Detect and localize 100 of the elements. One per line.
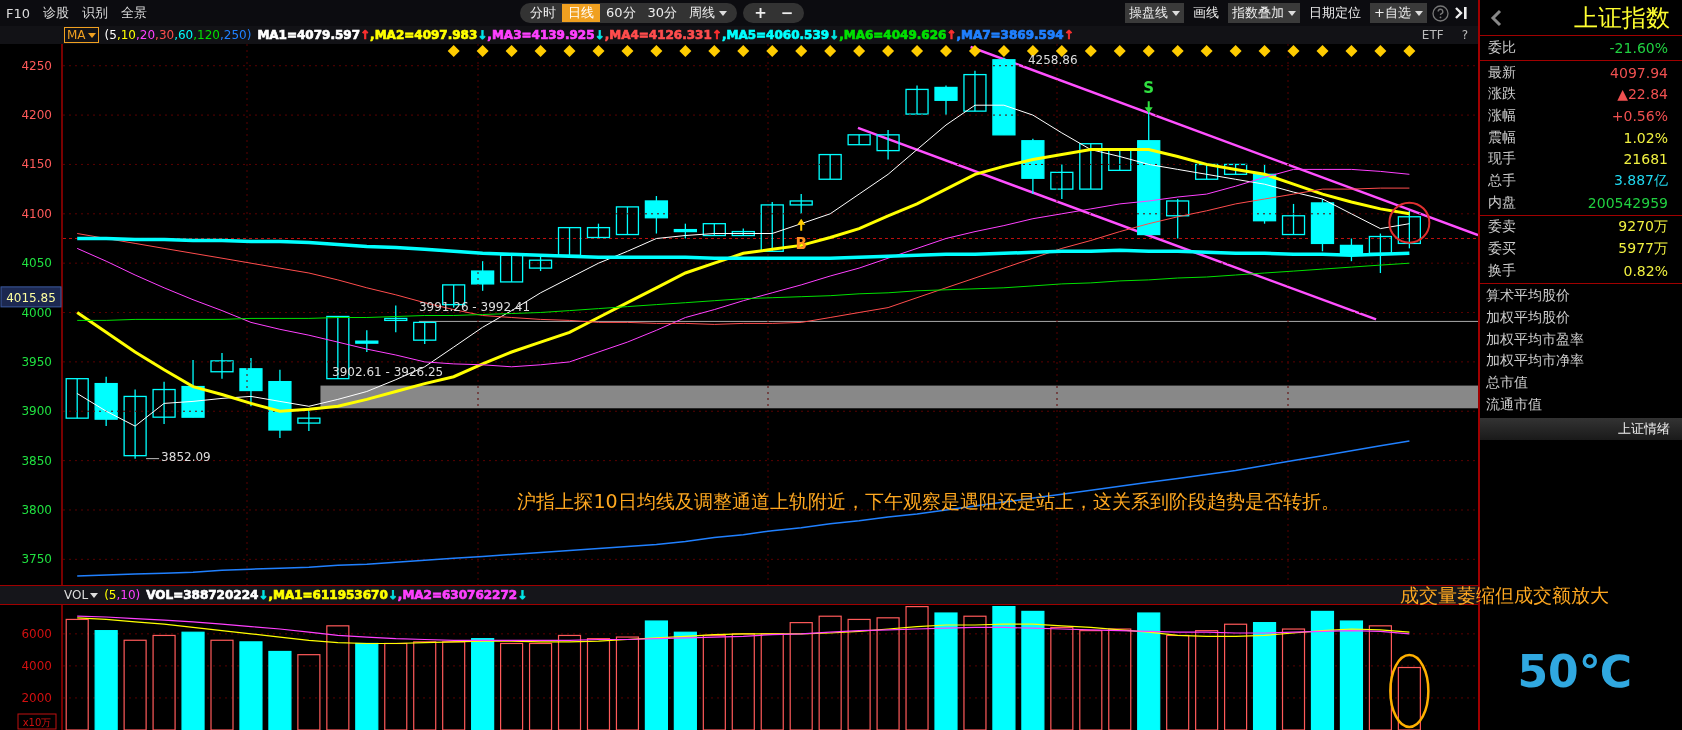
field-value: 21681	[1623, 151, 1668, 168]
candlestick	[1079, 143, 1103, 190]
candlestick	[934, 84, 958, 116]
collapse-icon[interactable]	[1454, 6, 1468, 20]
candlestick	[1108, 149, 1132, 171]
indicator-dropdown[interactable]: VOL	[64, 588, 99, 602]
candlestick	[731, 227, 755, 237]
trend-line[interactable]	[857, 126, 1377, 321]
field-label: 涨跌	[1488, 85, 1516, 104]
y-axis-title: x10万	[22, 717, 52, 728]
caret-icon	[1172, 10, 1181, 16]
field-value: 4097.94	[1610, 64, 1668, 81]
candlestick	[1223, 163, 1248, 175]
leader-line	[145, 458, 160, 460]
axis-label: 4050	[21, 256, 52, 271]
price-label: 4258.86	[1027, 52, 1078, 67]
caret-icon	[1415, 10, 1423, 16]
candlestick	[1281, 203, 1306, 236]
field-label: 现手	[1488, 150, 1516, 169]
candlestick	[528, 254, 553, 272]
candlestick	[644, 195, 669, 235]
candlestick	[1368, 232, 1393, 274]
candlestick	[673, 223, 697, 240]
field-value: 200542959	[1587, 194, 1668, 211]
zoom-button[interactable]: +	[747, 4, 774, 22]
arrow-up-icon	[797, 218, 806, 231]
candlestick	[499, 254, 524, 283]
field-value: 0.82%	[1623, 262, 1668, 279]
candlestick	[1050, 163, 1074, 200]
help-icon[interactable]	[1432, 4, 1449, 22]
candlestick	[1397, 210, 1421, 249]
menu-item[interactable]: 诊股	[43, 4, 70, 22]
field-value: 9270万	[1618, 218, 1668, 237]
volume-values: VOL=388720224↓,MA1=611953670↓,MA2=630762272↓	[146, 588, 528, 602]
caret-icon	[87, 32, 96, 38]
field-label: 最新	[1488, 63, 1516, 82]
field-label: 震幅	[1488, 128, 1516, 147]
candlestick	[413, 321, 437, 345]
caret-icon	[90, 592, 99, 598]
axis-label: 4200	[21, 108, 52, 123]
candlestick	[123, 388, 147, 460]
axis-label: 4000	[21, 658, 52, 673]
toolbar-button[interactable]: 日期定位	[1305, 3, 1366, 23]
candlestick	[1195, 163, 1219, 180]
candlestick	[557, 226, 582, 256]
legend-tag[interactable]: ETF	[1421, 28, 1444, 42]
toolbar-button[interactable]: +自选	[1370, 3, 1427, 23]
toolbar-button[interactable]: 画线	[1189, 3, 1224, 23]
candlestick	[789, 193, 813, 215]
candlestick	[152, 381, 176, 425]
period-tab[interactable]: 分时	[524, 4, 563, 22]
period-tab[interactable]: 60分	[600, 4, 642, 22]
candlestick	[586, 223, 611, 239]
field-label: 涨幅	[1488, 106, 1516, 125]
price-label: 3852.09	[161, 449, 211, 464]
candlestick	[1310, 198, 1335, 252]
volume-bar	[1397, 666, 1421, 730]
period-tab[interactable]: 30分	[641, 4, 684, 22]
price-tag: 4015.85	[0, 286, 62, 308]
field-label: 委卖	[1488, 218, 1516, 237]
zoom-button[interactable]: −	[773, 4, 801, 22]
menu-item[interactable]: F10	[6, 5, 31, 21]
sentiment-tab[interactable]: 上证情绪	[1480, 417, 1682, 440]
field-label: 加权平均股价	[1485, 308, 1571, 328]
menu-item[interactable]: 全景	[121, 4, 148, 22]
candlestick	[702, 223, 726, 237]
highlight-circle	[1388, 201, 1431, 244]
candlestick	[239, 357, 263, 407]
toolbar-button[interactable]: 操盘线	[1125, 3, 1185, 23]
candlestick	[615, 206, 640, 236]
index-title: 上证指数	[1574, 2, 1670, 34]
axis-label: 3950	[21, 354, 52, 369]
back-icon[interactable]	[1490, 8, 1502, 27]
candlestick	[471, 260, 495, 292]
axis-label: 6000	[21, 626, 52, 641]
candlestick	[65, 378, 89, 419]
legend-tag[interactable]: ?	[1461, 28, 1468, 42]
candlestick	[1252, 163, 1277, 225]
field-label: 算术平均股价	[1485, 286, 1571, 306]
candlestick	[181, 359, 205, 418]
trend-line[interactable]	[970, 45, 1478, 237]
indicator-params: (5,10)	[104, 588, 141, 602]
indicator-dropdown[interactable]: MA	[64, 27, 99, 43]
field-value: ▲22.84	[1617, 86, 1668, 103]
field-label: 加权平均市盈率	[1485, 329, 1585, 349]
axis-label: 4100	[21, 206, 52, 221]
candlestick	[1021, 138, 1045, 195]
field-value: 3.887亿	[1613, 171, 1668, 190]
candlestick	[384, 304, 408, 333]
ma-values: MA1=4079.597↑,MA2=4097.983↓,MA3=4139.925↓,MA4=4126.331↑,MA5=4060.539↓,MA6=4049.626↑,MA7=3869.594↑	[257, 28, 1074, 42]
toolbar-button[interactable]: 指数叠加	[1228, 3, 1301, 23]
menu-item[interactable]: 识别	[82, 4, 109, 22]
candlestick	[94, 376, 118, 427]
field-label: 加权平均市净率	[1485, 351, 1585, 371]
field-label: 内盘	[1488, 193, 1516, 212]
field-label: 委买	[1488, 240, 1516, 259]
axis-label: 3850	[21, 453, 52, 468]
arrow-down-icon	[1144, 101, 1153, 114]
period-tab[interactable]: 周线	[683, 4, 734, 22]
field-value: 1.02%	[1623, 129, 1668, 146]
